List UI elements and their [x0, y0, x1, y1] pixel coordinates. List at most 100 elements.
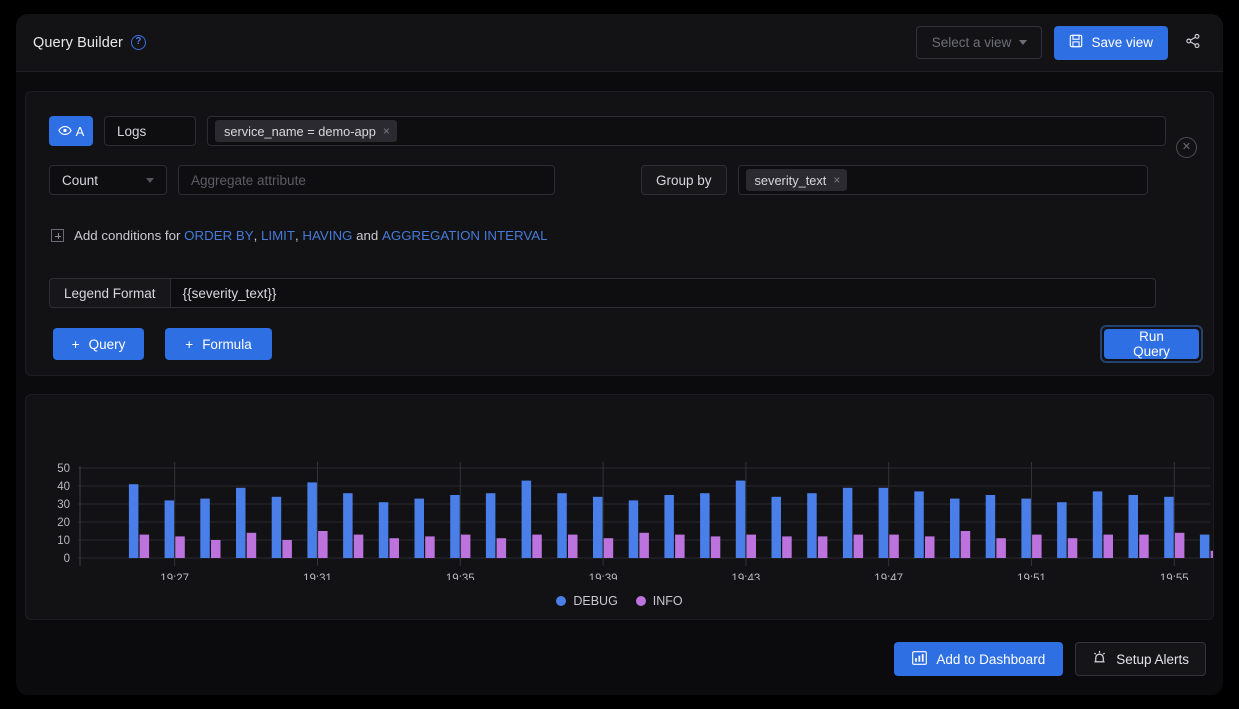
chart-bar[interactable]: [1021, 498, 1031, 558]
filter-chip[interactable]: service_name = demo-app ×: [215, 120, 397, 142]
chart-bar[interactable]: [996, 538, 1006, 558]
chart-bar[interactable]: [282, 540, 292, 558]
select-view-label: Select a view: [931, 35, 1012, 50]
chart-bar[interactable]: [200, 498, 210, 558]
chart-bar[interactable]: [925, 536, 935, 558]
query-toggle-visibility-a[interactable]: A: [49, 116, 93, 146]
aggregate-attribute-input[interactable]: Aggregate attribute: [178, 165, 555, 195]
chart-bar[interactable]: [853, 534, 864, 558]
chart-bar[interactable]: [164, 500, 175, 558]
chart-bar[interactable]: [378, 502, 389, 558]
remove-query-button[interactable]: ✕: [1176, 137, 1197, 158]
bar-chart[interactable]: 0 10 20 30 40 50 19:27 19:31 19:35 19:39 19:43 19:4…: [26, 395, 1213, 580]
chart-bar[interactable]: [1103, 534, 1114, 558]
chart-bar[interactable]: [603, 538, 614, 558]
aggregate-function-select[interactable]: Count: [49, 165, 167, 195]
limit-link[interactable]: LIMIT: [261, 228, 295, 243]
chart-bar[interactable]: [1199, 534, 1210, 558]
header-actions: Select a view Save view: [916, 25, 1206, 60]
chart-bar[interactable]: [985, 495, 996, 558]
chart-bar[interactable]: [960, 531, 971, 558]
chart-bar[interactable]: [1164, 496, 1174, 558]
add-conditions-icon[interactable]: [51, 229, 64, 242]
chart-bar[interactable]: [889, 534, 899, 558]
chart-bar[interactable]: [353, 534, 364, 558]
page-title: Query Builder: [33, 34, 123, 51]
chart-bar[interactable]: [628, 500, 639, 558]
chart-bar[interactable]: [593, 496, 603, 558]
chart-bar[interactable]: [878, 487, 889, 558]
chart-bar[interactable]: [842, 487, 853, 558]
legend-format-input[interactable]: {{severity_text}}: [170, 278, 1156, 308]
chart-bar[interactable]: [817, 536, 828, 558]
chart-bar[interactable]: [318, 531, 328, 558]
chart-bar[interactable]: [307, 482, 317, 558]
x-axis-tick-label: 19:55: [1160, 573, 1189, 580]
chart-bar[interactable]: [950, 498, 960, 558]
group-by-input[interactable]: severity_text ×: [737, 165, 1148, 195]
chart-bar[interactable]: [746, 534, 757, 558]
chart-bar[interactable]: [568, 534, 578, 558]
chart-bar[interactable]: [425, 536, 435, 558]
chart-bar[interactable]: [496, 538, 507, 558]
chart-bar[interactable]: [735, 480, 746, 558]
chart-bar[interactable]: [521, 480, 532, 558]
chart-bar[interactable]: [139, 534, 150, 558]
chart-bar[interactable]: [1057, 502, 1067, 558]
chart-bar[interactable]: [1067, 538, 1078, 558]
having-link[interactable]: HAVING: [302, 228, 352, 243]
question-circle-icon[interactable]: ?: [130, 35, 146, 50]
select-view-dropdown[interactable]: Select a view: [916, 26, 1043, 59]
group-by-label: Group by: [641, 165, 727, 195]
group-by-chip-remove-icon[interactable]: ×: [833, 173, 840, 187]
chart-bar[interactable]: [414, 498, 425, 558]
chart-bar[interactable]: [914, 491, 924, 558]
chart-bar[interactable]: [246, 532, 257, 558]
plus-icon: +: [185, 336, 194, 352]
chart-bar[interactable]: [271, 496, 282, 558]
add-to-dashboard-button[interactable]: Add to Dashboard: [894, 642, 1064, 676]
chart-bar[interactable]: [236, 487, 246, 558]
run-query-button[interactable]: Run Query: [1104, 329, 1199, 359]
x-axis-tick-label: 19:39: [589, 573, 618, 580]
chart-bar[interactable]: [1032, 534, 1042, 558]
order-by-link[interactable]: ORDER BY: [184, 228, 253, 243]
aggregation-interval-link[interactable]: AGGREGATION INTERVAL: [382, 228, 548, 243]
filter-input[interactable]: service_name = demo-app ×: [207, 116, 1166, 146]
chart-bar[interactable]: [128, 484, 139, 558]
chart-bar[interactable]: [1092, 491, 1103, 558]
chart-bar[interactable]: [211, 540, 221, 558]
chart-bar[interactable]: [557, 493, 567, 558]
chart-bar[interactable]: [175, 536, 185, 558]
legend-label: INFO: [652, 594, 683, 608]
group-by-chip[interactable]: severity_text ×: [745, 169, 848, 191]
chart-bar[interactable]: [771, 496, 782, 558]
chart-bar[interactable]: [1210, 550, 1213, 558]
chart-bar[interactable]: [460, 534, 471, 558]
chart-bar[interactable]: [389, 538, 400, 558]
add-query-button[interactable]: + Query: [53, 328, 144, 360]
chart-bar[interactable]: [675, 534, 685, 558]
chart-bar[interactable]: [782, 536, 792, 558]
setup-alerts-button[interactable]: Setup Alerts: [1075, 642, 1206, 676]
chart-bar[interactable]: [664, 495, 674, 558]
filter-chip-remove-icon[interactable]: ×: [383, 124, 390, 138]
data-source-select[interactable]: Logs: [104, 116, 196, 146]
chart-bar[interactable]: [700, 493, 710, 558]
chart-bar[interactable]: [1128, 495, 1139, 558]
chart-bar[interactable]: [1174, 532, 1185, 558]
setup-alerts-label: Setup Alerts: [1116, 651, 1189, 667]
save-view-button[interactable]: Save view: [1054, 25, 1168, 60]
legend-item[interactable]: DEBUG: [556, 594, 618, 608]
chart-bar[interactable]: [343, 493, 353, 558]
chart-bar[interactable]: [710, 536, 721, 558]
add-formula-button[interactable]: + Formula: [165, 328, 272, 360]
share-button[interactable]: [1180, 30, 1206, 56]
chart-bar[interactable]: [450, 495, 460, 558]
chart-bar[interactable]: [1139, 534, 1149, 558]
chart-bar[interactable]: [807, 493, 817, 558]
chart-bar[interactable]: [485, 493, 496, 558]
chart-bar[interactable]: [532, 534, 542, 558]
legend-item[interactable]: INFO: [635, 594, 683, 608]
chart-bar[interactable]: [639, 532, 649, 558]
